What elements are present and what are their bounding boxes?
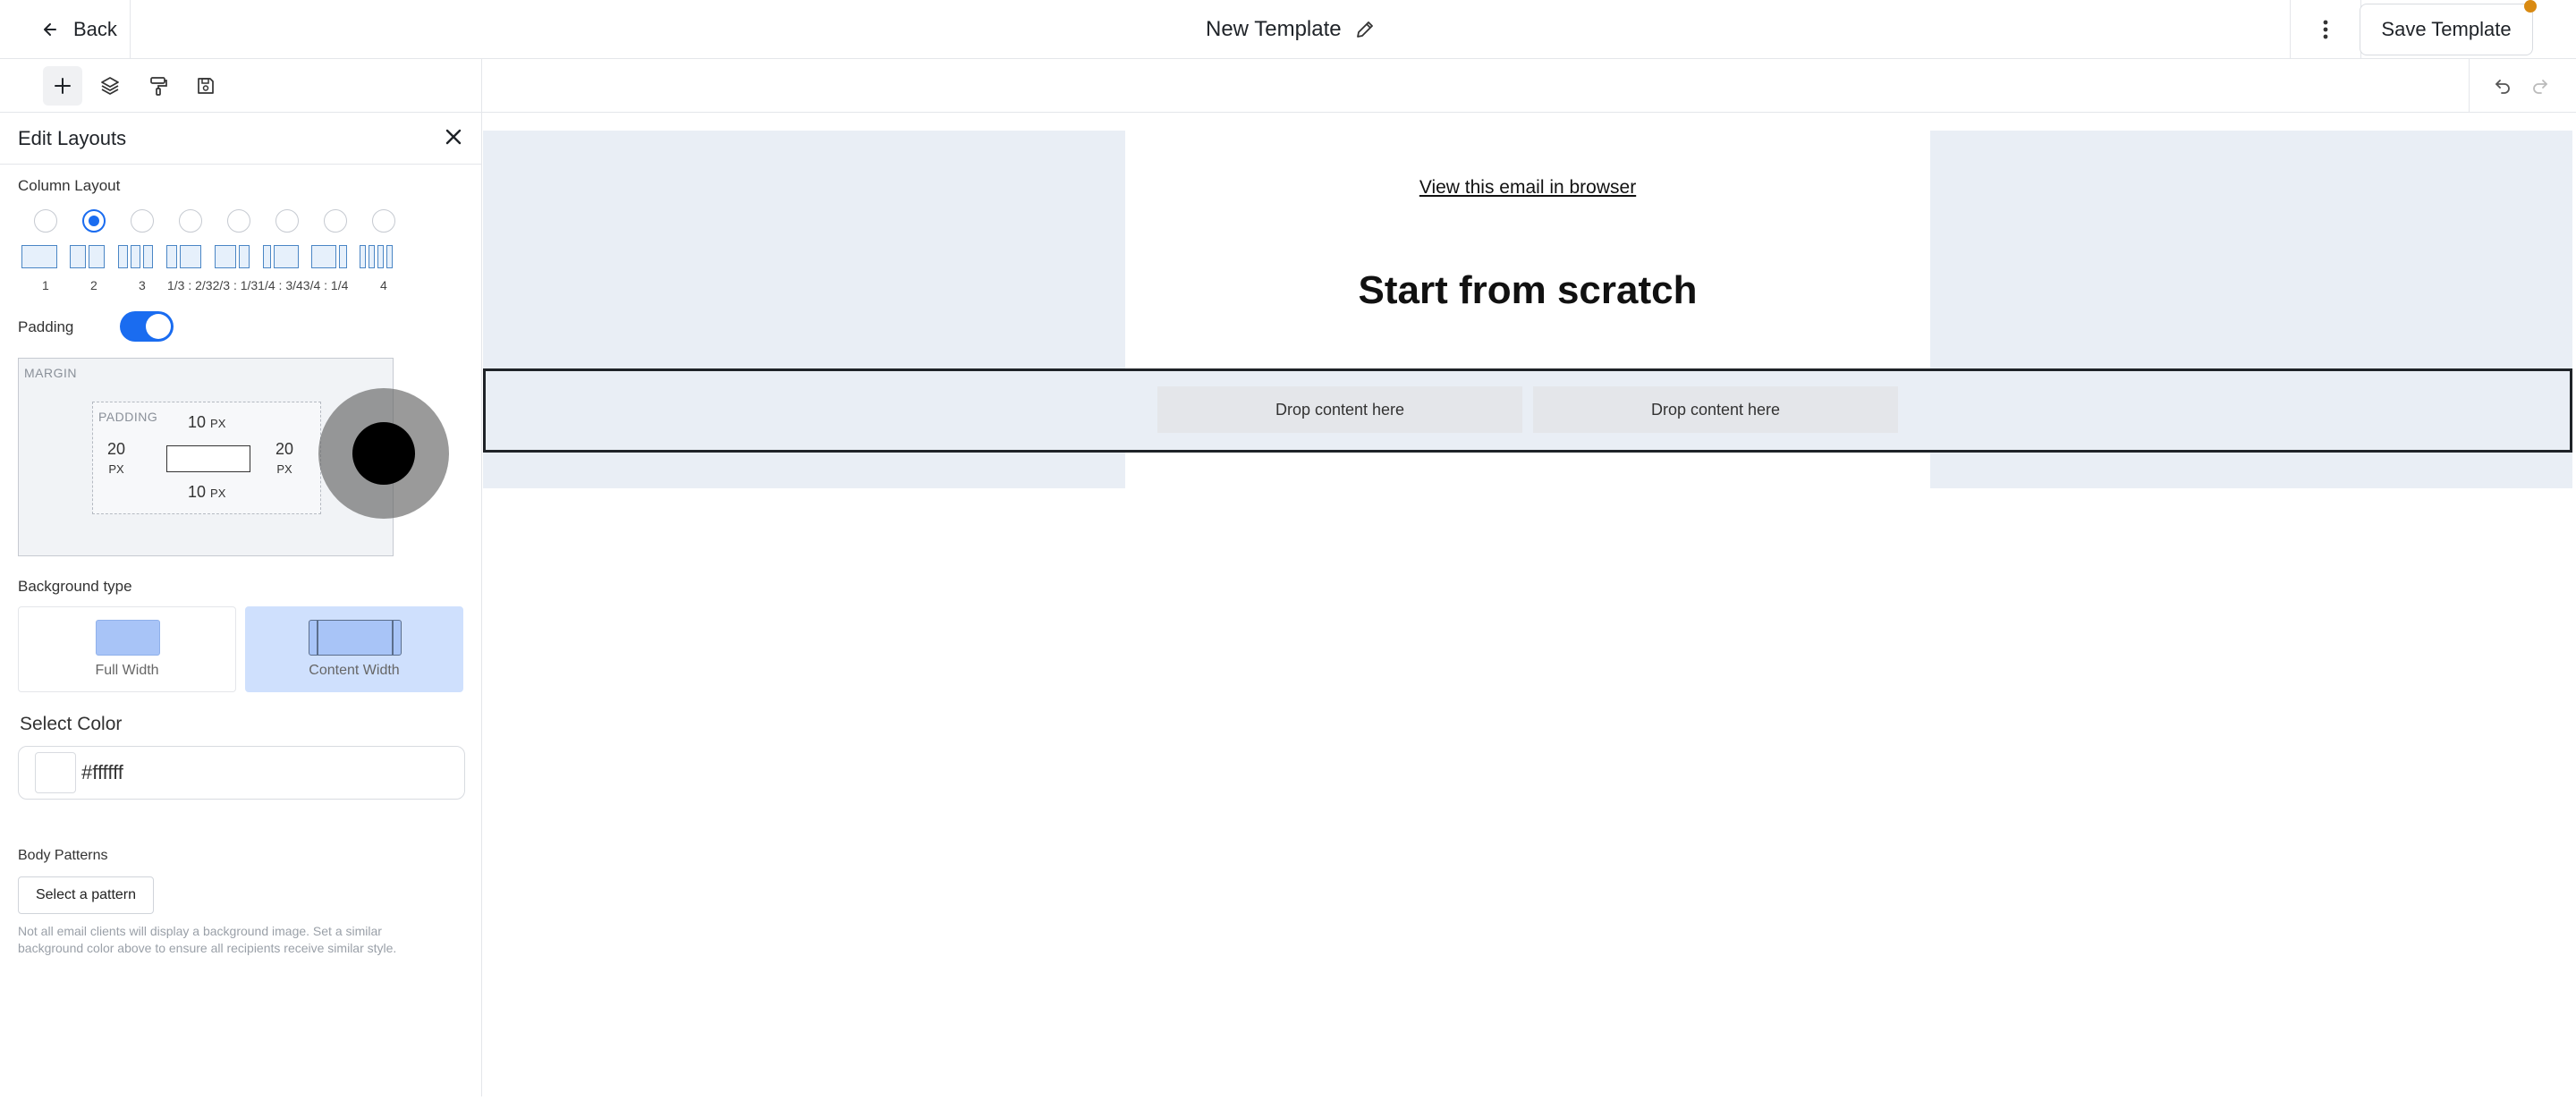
pencil-edit-icon[interactable] [1354,19,1376,40]
layout-icon-3[interactable] [118,245,153,268]
style-tool[interactable] [139,66,178,106]
select-color-label: Select Color [20,714,123,734]
layout-radio-3-4-1-4[interactable] [324,209,347,233]
full-width-icon [96,620,160,656]
email-heading[interactable]: Start from scratch [1125,268,1930,313]
plus-icon [55,78,71,94]
layout-radio-2[interactable] [82,209,106,233]
panel-header: Edit Layouts [0,113,481,165]
padding-right-value[interactable]: 20 PX [272,440,297,478]
view-in-browser-link[interactable]: View this email in browser [1125,177,1930,199]
layout-radio-3[interactable] [131,209,154,233]
paint-roller-icon [150,77,167,96]
padding-box: PADDING 10 PX 20 PX 20 PX 10 PX [92,402,321,514]
layout-icon-2[interactable] [70,245,105,268]
bg-option-full-label: Full Width [95,663,159,678]
layout-radio-1[interactable] [34,209,57,233]
notification-dot [2524,0,2537,13]
redo-icon[interactable] [2530,76,2550,96]
back-button[interactable]: Back [0,0,131,59]
back-label: Back [73,18,117,40]
layout-icon-4[interactable] [360,245,393,268]
layout-radio-2-3-1-3[interactable] [227,209,250,233]
color-swatch[interactable] [35,752,76,793]
add-block-tool[interactable] [43,66,82,106]
layout-icon-1[interactable] [21,245,57,268]
template-title: New Template [1206,17,1342,41]
layout-icon-2-3-1-3[interactable] [215,245,250,268]
background-type-label: Background type [18,578,132,595]
color-input[interactable]: #ffffff [18,746,465,800]
pattern-hint-text: Not all email clients will display a bac… [18,924,397,955]
layout-radio-1-3-2-3[interactable] [179,209,202,233]
history-controls [2469,59,2576,113]
undo-icon[interactable] [2493,76,2512,96]
content-area-preview [166,445,250,472]
save-tool[interactable] [186,66,225,106]
layout-label-2: 2 [90,278,97,292]
margin-label: MARGIN [24,366,77,380]
layout-label-3: 3 [139,278,146,292]
padding-toggle[interactable] [120,311,174,342]
editor-toolbar [0,59,2576,113]
template-title-area: New Template [1206,0,1376,59]
body-patterns-label: Body Patterns [18,848,108,863]
layout-icon-3-4-1-4[interactable] [311,245,347,268]
save-icon [198,78,214,94]
bg-option-full-width[interactable]: Full Width [18,606,236,692]
more-options-button[interactable] [2290,0,2361,59]
color-hex-value[interactable]: #ffffff [81,761,123,784]
layout-icon-1-3-2-3[interactable] [166,245,201,268]
layout-radio-4[interactable] [372,209,395,233]
padding-left-value[interactable]: 20 PX [104,440,129,478]
layers-icon [101,77,119,95]
content-width-icon [309,620,402,656]
layers-tool[interactable] [90,66,130,106]
layout-labels-fractions: 1/3 : 2/32/3 : 1/31/4 : 3/43/4 : 1/4 [167,278,349,292]
padding-label: Padding [18,318,74,335]
arrow-left-icon [44,23,56,36]
bg-option-content-width[interactable]: Content Width [245,606,463,692]
save-template-button[interactable]: Save Template [2360,4,2533,55]
bg-option-content-label: Content Width [309,663,400,678]
selected-row-outline[interactable] [483,368,2572,453]
panel-divider [481,59,482,1096]
layout-label-1: 1 [42,278,49,292]
column-layout-label: Column Layout [18,177,121,194]
select-pattern-button[interactable]: Select a pattern [18,876,154,914]
toggle-knob [146,314,171,339]
padding-top-value[interactable]: 10 PX [188,413,225,432]
kebab-menu-icon [2323,20,2328,39]
touch-indicator-dot [352,422,415,485]
layout-label-4: 4 [380,278,387,292]
panel-title: Edit Layouts [18,127,127,149]
layout-radio-1-4-3-4[interactable] [275,209,299,233]
padding-bottom-value[interactable]: 10 PX [188,483,225,502]
top-bar: Back New Template Save Template [0,0,2576,59]
padding-box-label: PADDING [98,410,158,424]
layout-icon-1-4-3-4[interactable] [263,245,299,268]
close-icon[interactable] [442,125,465,148]
